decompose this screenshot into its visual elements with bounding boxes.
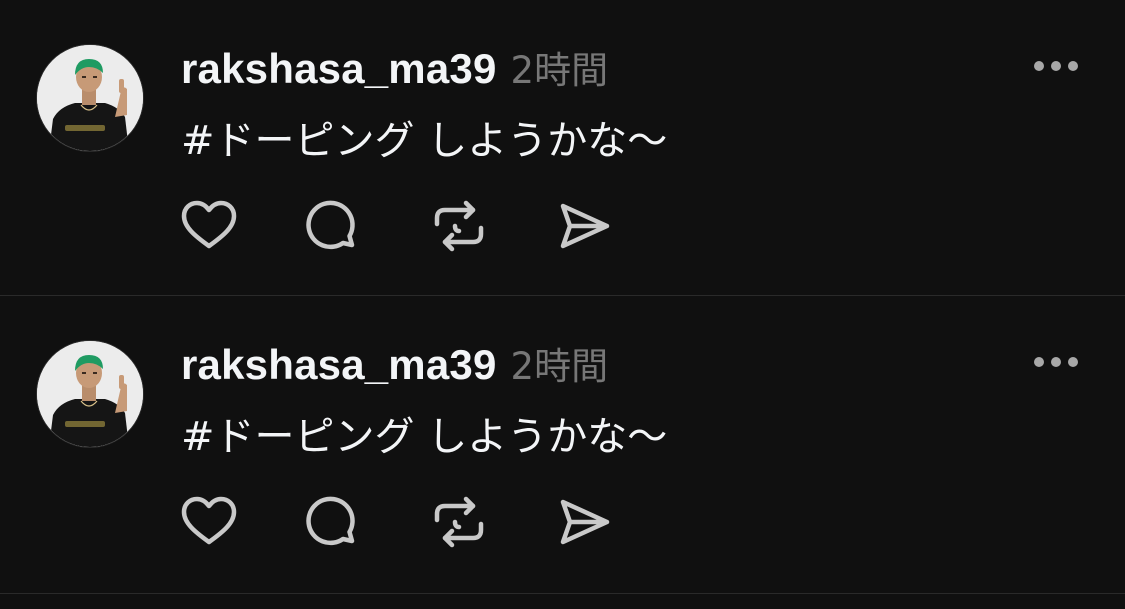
avatar[interactable] (37, 45, 143, 151)
repost-button[interactable] (431, 198, 487, 254)
comment-icon (306, 200, 355, 250)
comment-button[interactable] (305, 198, 361, 254)
comment-button[interactable] (305, 494, 361, 550)
more-horizontal-icon[interactable] (1034, 354, 1078, 370)
post-header: rakshasa_ma39 2時間 (181, 40, 608, 94)
share-icon (560, 203, 610, 249)
like-button[interactable] (181, 198, 237, 254)
username-link[interactable]: rakshasa_ma39 (181, 341, 497, 389)
share-button[interactable] (557, 198, 613, 254)
repost-icon (434, 496, 484, 548)
post-card: rakshasa_ma39 2時間 #ドーピング しようかな〜 (0, 0, 1125, 296)
post-header: rakshasa_ma39 2時間 (181, 336, 608, 390)
avatar[interactable] (37, 341, 143, 447)
share-button[interactable] (557, 494, 613, 550)
comment-icon (306, 496, 355, 546)
heart-icon (181, 496, 237, 545)
post-timestamp: 2時間 (510, 345, 609, 388)
heart-icon (181, 200, 237, 249)
repost-icon (434, 200, 484, 252)
like-button[interactable] (181, 494, 237, 550)
repost-button[interactable] (431, 494, 487, 550)
profile-photo (37, 45, 143, 151)
username-link[interactable]: rakshasa_ma39 (181, 45, 497, 93)
post-caption: #ドーピング しようかな〜 (181, 118, 668, 164)
feed: rakshasa_ma39 2時間 #ドーピング しようかな〜 rakshasa… (0, 0, 1125, 609)
share-icon (560, 499, 610, 545)
post-card: rakshasa_ma39 2時間 #ドーピング しようかな〜 (0, 296, 1125, 594)
post-caption: #ドーピング しようかな〜 (181, 414, 668, 460)
post-timestamp: 2時間 (510, 49, 609, 92)
more-horizontal-icon[interactable] (1034, 58, 1078, 74)
profile-photo (37, 341, 143, 447)
